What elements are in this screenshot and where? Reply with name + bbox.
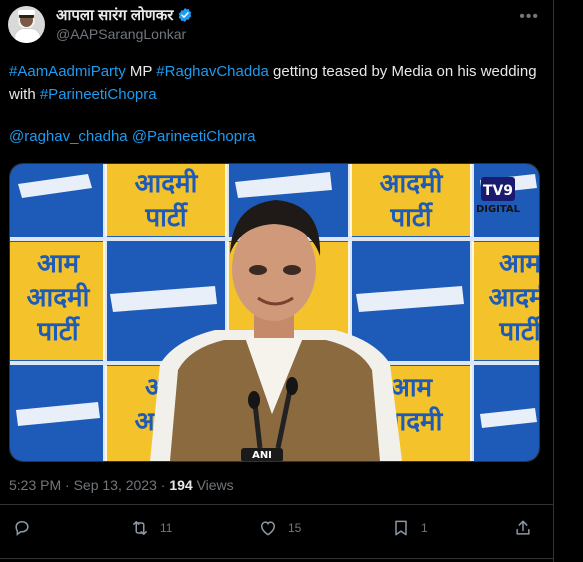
views-label: Views xyxy=(192,477,234,493)
divider xyxy=(0,558,553,559)
retweet-count: 11 xyxy=(160,521,173,535)
author-name-row[interactable]: आपला सारंग लोणकर xyxy=(56,5,193,25)
bookmark-icon xyxy=(395,520,407,536)
poster-text: आदमी xyxy=(27,282,91,313)
author-handle[interactable]: @AAPSarangLonkar xyxy=(56,26,186,42)
poster-text: आदमी xyxy=(380,168,444,199)
avatar-cap xyxy=(18,10,35,15)
poster-text: पार्टी xyxy=(144,202,189,233)
verified-badge-icon xyxy=(179,8,192,22)
tweet-timestamp[interactable]: 5:23 PM · Sep 13, 2023 · xyxy=(9,477,169,493)
bookmark-button[interactable]: 1 xyxy=(391,518,428,538)
poster-text: आदमी xyxy=(489,282,539,313)
channel-logo: TV9 DIGITAL xyxy=(476,177,521,215)
retweet-icon xyxy=(133,521,147,535)
bookmark-count: 1 xyxy=(421,521,428,535)
poster-text: आम xyxy=(499,249,539,279)
tweet-meta: 5:23 PM · Sep 13, 2023 · 194 Views xyxy=(9,477,234,493)
tweet-mentions: @raghav_chadha @ParineetiChopra xyxy=(9,128,255,145)
hashtag-raghavchadda[interactable]: #RaghavChadda xyxy=(156,63,269,80)
like-button[interactable]: 15 xyxy=(258,518,301,538)
reply-button[interactable] xyxy=(12,518,42,538)
poster-text: आम xyxy=(390,373,434,403)
poster-text: आदमी xyxy=(135,168,199,199)
mic-label: ANI xyxy=(252,450,272,461)
channel-logo-sub: DIGITAL xyxy=(476,204,521,215)
author-display-name[interactable]: आपला सारंग लोणकर xyxy=(56,5,173,25)
share-icon xyxy=(516,520,530,535)
hashtag-aamaadmiparty[interactable]: #AamAadmiParty xyxy=(9,63,126,80)
mention-raghav-chadha[interactable]: @raghav_chadha xyxy=(9,128,128,145)
reply-icon xyxy=(15,520,29,536)
tweet-video[interactable]: आदमी पार्टी आदमी पार्टी आम आदमी पार्टी आ… xyxy=(9,163,540,462)
mention-parineetichopra[interactable]: @ParineetiChopra xyxy=(132,128,256,145)
avatar[interactable] xyxy=(8,6,45,43)
tweet-actions: 11 15 1 xyxy=(0,518,553,546)
heart-icon xyxy=(260,521,276,536)
video-frame: आदमी पार्टी आदमी पार्टी आम आदमी पार्टी आ… xyxy=(10,164,539,461)
share-button[interactable] xyxy=(513,518,543,538)
poster-text: पार्टी xyxy=(498,316,539,347)
poster-text: आम xyxy=(37,249,81,279)
poster-text: पार्टी xyxy=(389,202,434,233)
tweet-card: आपला सारंग लोणकर @AAPSarangLonkar ••• #A… xyxy=(0,0,554,562)
tweet-text-fragment: MP xyxy=(125,63,157,80)
tweet-text: #AamAadmiParty MP #RaghavChadda getting … xyxy=(9,60,539,106)
views-count: 194 xyxy=(169,477,193,493)
like-count: 15 xyxy=(288,521,302,535)
poster-text: पार्टी xyxy=(36,316,81,347)
retweet-button[interactable]: 11 xyxy=(130,518,172,538)
more-options-icon[interactable]: ••• xyxy=(519,8,539,26)
channel-logo-text: TV9 xyxy=(483,183,513,199)
divider xyxy=(0,504,553,505)
hashtag-parineetichopra[interactable]: #ParineetiChopra xyxy=(40,86,157,103)
avatar-body xyxy=(14,28,41,43)
